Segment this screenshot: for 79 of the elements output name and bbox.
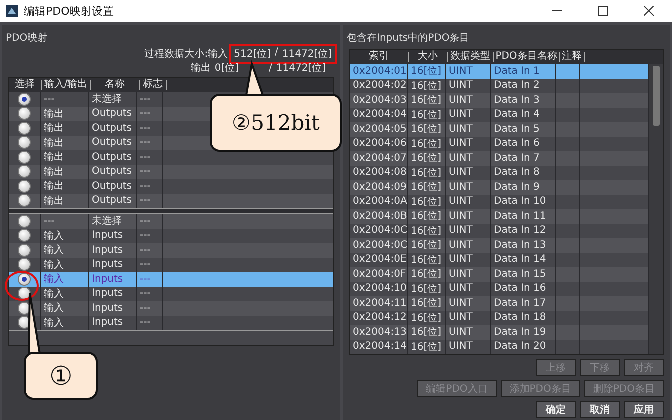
summary-value: 11472[位]	[282, 48, 332, 61]
table-row[interactable]: 0x2004:08 16[位] UINT Data In 8	[350, 166, 649, 180]
table-row[interactable]: 0x2004:05 16[位] UINT Data In 5	[350, 122, 649, 136]
table-row[interactable]: 输出 Outputs ---	[9, 194, 333, 208]
radio-button[interactable]	[18, 272, 31, 286]
radio-button[interactable]	[18, 258, 31, 272]
table-row[interactable]: 输入 Inputs ---	[9, 316, 333, 330]
column-header[interactable]: 索引	[350, 52, 409, 62]
annotation-tooltip: ②512bit	[210, 94, 342, 152]
radio-button[interactable]	[18, 244, 31, 257]
table-row[interactable]: 0x2004:0F 16[位] UINT Data In 15	[350, 267, 649, 282]
table-row[interactable]: 0x2004:06 16[位] UINT Data In 6	[350, 136, 649, 151]
radio-button[interactable]	[18, 214, 31, 228]
radio-button[interactable]	[18, 180, 31, 193]
maximize-icon	[598, 6, 608, 16]
window-title: 编辑PDO映射设置	[24, 4, 114, 18]
panel-label: PDO映射	[5, 32, 49, 46]
table-row[interactable]: 输入 Inputs ---	[9, 301, 333, 316]
summary-value: 11472[位]	[276, 62, 326, 75]
dialog-button[interactable]: 取消	[580, 401, 620, 418]
table-row[interactable]: 0x2004:04 16[位] UINT Data In 4	[350, 108, 649, 122]
radio-button[interactable]	[18, 107, 31, 120]
table-row[interactable]: 输入 Inputs ---	[9, 272, 333, 286]
summary-value: 512[位]	[234, 48, 271, 61]
table-row[interactable]: 输出 Outputs ---	[9, 164, 333, 179]
close-icon	[644, 6, 654, 16]
table-row[interactable]: 输出 Outputs ---	[9, 150, 333, 164]
table-row[interactable]: 0x2004:0A 16[位] UINT Data In 10	[350, 194, 649, 209]
radio-button[interactable]	[18, 150, 31, 164]
app-icon	[6, 5, 18, 17]
table-row[interactable]: 0x2004:14 16[位] UINT Data In 20	[350, 340, 649, 354]
table-cell: 16[位]	[408, 340, 446, 354]
column-header[interactable]: 标志	[140, 80, 167, 90]
table-row[interactable]: 0x2004:13 16[位] UINT Data In 19	[350, 325, 649, 340]
radio-button[interactable]	[18, 92, 31, 106]
table-cell: Data In 20	[491, 340, 556, 354]
table-row[interactable]: 0x2004:10 16[位] UINT Data In 16	[350, 282, 649, 296]
table-row[interactable]: 0x2004:11 16[位] UINT Data In 17	[350, 296, 649, 310]
summary-separator: /	[269, 62, 272, 74]
table-row[interactable]: 0x2004:0B 16[位] UINT Data In 11	[350, 209, 649, 224]
column-header[interactable]: 大小	[409, 52, 448, 62]
table-row[interactable]: 0x2004:01 16[位] UINT Data In 1	[350, 64, 649, 78]
table-row[interactable]: 输入 Inputs ---	[9, 228, 333, 243]
scrollbar[interactable]	[649, 64, 663, 354]
table-row[interactable]: 输出 Outputs ---	[9, 179, 333, 194]
column-header[interactable]: 注释	[560, 52, 585, 62]
panel-label: 包含在Inputs中的PDO条目	[346, 32, 471, 46]
column-header[interactable]: 数据类型	[448, 52, 494, 62]
radio-button[interactable]	[18, 136, 31, 150]
summary-value: 0[位]	[214, 62, 239, 75]
dialog-button[interactable]: 应用	[624, 401, 664, 418]
table-row[interactable]: 0x2004:0C 16[位] UINT Data In 12	[350, 224, 649, 238]
table-row[interactable]: 输入 Inputs ---	[9, 258, 333, 272]
summary-label: 输出	[190, 62, 211, 75]
column-header[interactable]: 输入/输出	[42, 80, 91, 90]
column-header[interactable]: 名称	[91, 80, 140, 90]
table-row[interactable]: 输入 Inputs ---	[9, 243, 333, 258]
table-cell: 0x2004:14	[350, 340, 408, 354]
table-row[interactable]: 0x2004:03 16[位] UINT Data In 3	[350, 93, 649, 108]
column-header[interactable]: 选择	[9, 80, 42, 90]
table-row[interactable]: 0x2004:02 16[位] UINT Data In 2	[350, 78, 649, 93]
summary-label: 过程数据大小:输入	[144, 48, 228, 61]
annotation-tooltip: ①	[24, 352, 98, 400]
radio-button[interactable]	[18, 229, 31, 242]
table-row[interactable]: --- 未选择 ---	[9, 214, 333, 228]
table-row[interactable]: 0x2004:07 16[位] UINT Data In 7	[350, 151, 649, 166]
table-row[interactable]: 0x2004:0C 16[位] UINT Data In 13	[350, 238, 649, 252]
table-cell: UINT	[446, 340, 491, 354]
radio-button[interactable]	[18, 122, 31, 135]
table-row[interactable]: 0x2004:12 16[位] UINT Data In 18	[350, 310, 649, 325]
dialog-button[interactable]: 确定	[536, 401, 576, 418]
column-header[interactable]: PDO条目名称	[494, 52, 560, 62]
table-row[interactable]: 输入 Inputs ---	[9, 286, 333, 301]
radio-button[interactable]	[18, 165, 31, 178]
radio-button[interactable]	[18, 194, 31, 208]
summary-separator: /	[275, 47, 278, 60]
table-row[interactable]: 0x2004:0E 16[位] UINT Data In 14	[350, 252, 649, 267]
table-row[interactable]: 0x2004:09 16[位] UINT Data In 9	[350, 180, 649, 194]
callout-pointer	[27, 292, 43, 354]
